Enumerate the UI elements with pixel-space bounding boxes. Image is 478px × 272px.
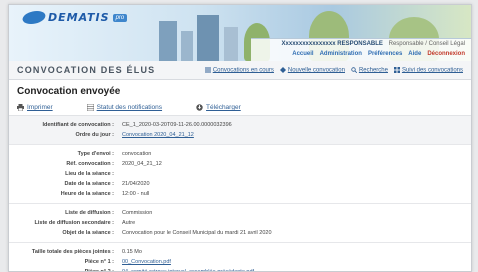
menu-administration[interactable]: Administration	[320, 51, 362, 57]
banner-building	[224, 27, 238, 61]
detail-row: Pièce n° 1 : 00_Convocation.pdf	[9, 257, 471, 267]
nav-suivi-convocations[interactable]: Suivi des convocations	[393, 66, 463, 74]
detail-label: Liste de diffusion secondaire :	[34, 220, 114, 227]
detail-value: 2020_04_21_12	[122, 161, 162, 168]
download-button[interactable]: Télécharger	[196, 104, 241, 111]
top-menu: Accueil Administration Préférences Aide …	[292, 51, 465, 57]
app-logo[interactable]: DEMATIS pro	[19, 11, 128, 24]
detail-label: Réf. convocation :	[66, 161, 114, 168]
download-label: Télécharger	[206, 104, 241, 112]
download-icon	[196, 104, 203, 111]
detail-row: Lieu de la séance :	[9, 169, 471, 179]
detail-value: Autre	[122, 220, 136, 227]
detail-value: 21/04/2020	[122, 181, 150, 188]
banner-building	[197, 15, 219, 61]
detail-section: Identifiant de convocation : CE_1_2020-03…	[9, 116, 471, 146]
detail-label: Identifiant de convocation :	[42, 122, 114, 129]
user-info: Xxxxxxxxxxxxxxxx RESPONSABLE Responsable…	[282, 41, 465, 47]
user-name: Xxxxxxxxxxxxxxxx	[281, 41, 336, 47]
nav-label: Suivi des convocations	[401, 67, 463, 74]
printer-icon	[17, 104, 24, 111]
detail-value: Commission	[122, 210, 153, 217]
logo-name: DEMATIS	[48, 11, 110, 24]
detail-label: Pièce n° 1 :	[84, 259, 114, 266]
detail-label: Lieu de la séance :	[65, 171, 114, 178]
section-title-bar: CONVOCATION DES ÉLUS Convocations en cou…	[9, 61, 471, 80]
detail-value: 12:00 - null	[122, 191, 150, 198]
menu-aide[interactable]: Aide	[408, 51, 421, 57]
detail-row: Type d'envoi : convocation	[9, 149, 471, 159]
detail-label: Ordre du jour :	[75, 132, 115, 139]
logo-tag: pro	[112, 13, 128, 22]
detail-section: Liste de diffusion : Commission Liste de d…	[9, 204, 471, 244]
detail-value: CE_1_2020-03-20T09-11-26.00.0000032396	[122, 122, 232, 129]
page-title: Convocation envoyée	[17, 86, 121, 97]
detail-label: Taille totale des pièces jointes :	[31, 249, 114, 256]
menu-deconnexion[interactable]: Déconnexion	[427, 51, 465, 57]
header-banner: DEMATIS pro Xxxxxxxxxxxxxxxx RESPONSABLE…	[9, 5, 471, 61]
search-icon	[351, 67, 357, 73]
section-title: CONVOCATION DES ÉLUS	[17, 65, 156, 75]
print-label: Imprimer	[27, 104, 53, 112]
user-bar: Xxxxxxxxxxxxxxxx RESPONSABLE Responsable…	[251, 38, 471, 61]
user-role: RESPONSABLE	[337, 41, 383, 47]
nav-nouvelle-convocation[interactable]: Nouvelle convocation	[279, 66, 345, 74]
list-icon	[204, 67, 211, 73]
detail-section: Taille totale des pièces jointes : 0.15 M…	[9, 243, 471, 271]
detail-row: Ordre du jour : Convocation 2020_04_21_12	[9, 130, 471, 140]
detail-label: Date de la séance :	[64, 181, 114, 188]
detail-row: Liste de diffusion : Commission	[9, 208, 471, 218]
banner-building	[181, 31, 193, 61]
status-label: Statut des notifications	[96, 104, 163, 112]
nav-recherche[interactable]: Recherche	[351, 67, 388, 74]
detail-row: Taille totale des pièces jointes : 0.15 M…	[9, 247, 471, 257]
detail-label: Type d'envoi :	[77, 151, 114, 158]
app-page: DEMATIS pro Xxxxxxxxxxxxxxxx RESPONSABLE…	[8, 4, 472, 272]
detail-row: Identifiant de convocation : CE_1_2020-03…	[9, 120, 471, 130]
nav-label: Recherche	[358, 67, 388, 74]
nav-convocations-en-cours[interactable]: Convocations en cours	[204, 67, 274, 74]
detail-label: Liste de diffusion :	[65, 210, 114, 217]
detail-row: Objet de la séance : Convocation pour le …	[9, 228, 471, 238]
detail-label: Objet de la séance :	[62, 230, 114, 237]
nav-label: Nouvelle convocation	[287, 67, 345, 74]
grid-icon	[393, 66, 400, 73]
detail-row: Heure de la séance : 12:00 - null	[9, 189, 471, 199]
detail-value: Convocation pour le Conseil Municipal du…	[122, 230, 272, 237]
print-button[interactable]: Imprimer	[17, 104, 53, 111]
user-context: Responsable / Conseil Légal	[388, 41, 465, 47]
detail-row: Date de la séance : 21/04/2020	[9, 179, 471, 189]
detail-value-link[interactable]: Convocation 2020_04_21_12	[122, 132, 194, 138]
detail-row: Réf. convocation : 2020_04_21_12	[9, 159, 471, 169]
notification-status-button[interactable]: Statut des notifications	[86, 104, 163, 112]
convocation-details: Identifiant de convocation : CE_1_2020-03…	[9, 116, 471, 271]
detail-label: Heure de la séance :	[60, 191, 114, 198]
nav-label: Convocations en cours	[212, 67, 274, 74]
detail-value: convocation	[122, 151, 152, 158]
detail-row: Liste de diffusion secondaire : Autre	[9, 218, 471, 228]
menu-accueil[interactable]: Accueil	[292, 51, 313, 57]
banner-building	[159, 21, 177, 61]
detail-value: 0.15 Mo	[122, 249, 142, 256]
detail-section: Type d'envoi : convocation Réf. convocatio…	[9, 145, 471, 205]
table-icon	[86, 104, 94, 111]
detail-value-link[interactable]: 00_Convocation.pdf	[122, 259, 171, 265]
action-bar: Imprimer Statut des notifications Téléch…	[9, 101, 471, 117]
section-nav: Convocations en cours Nouvelle convocati…	[204, 66, 463, 74]
logo-mark-icon	[19, 11, 49, 24]
menu-preferences[interactable]: Préférences	[368, 51, 402, 57]
arrow-icon	[279, 66, 286, 73]
